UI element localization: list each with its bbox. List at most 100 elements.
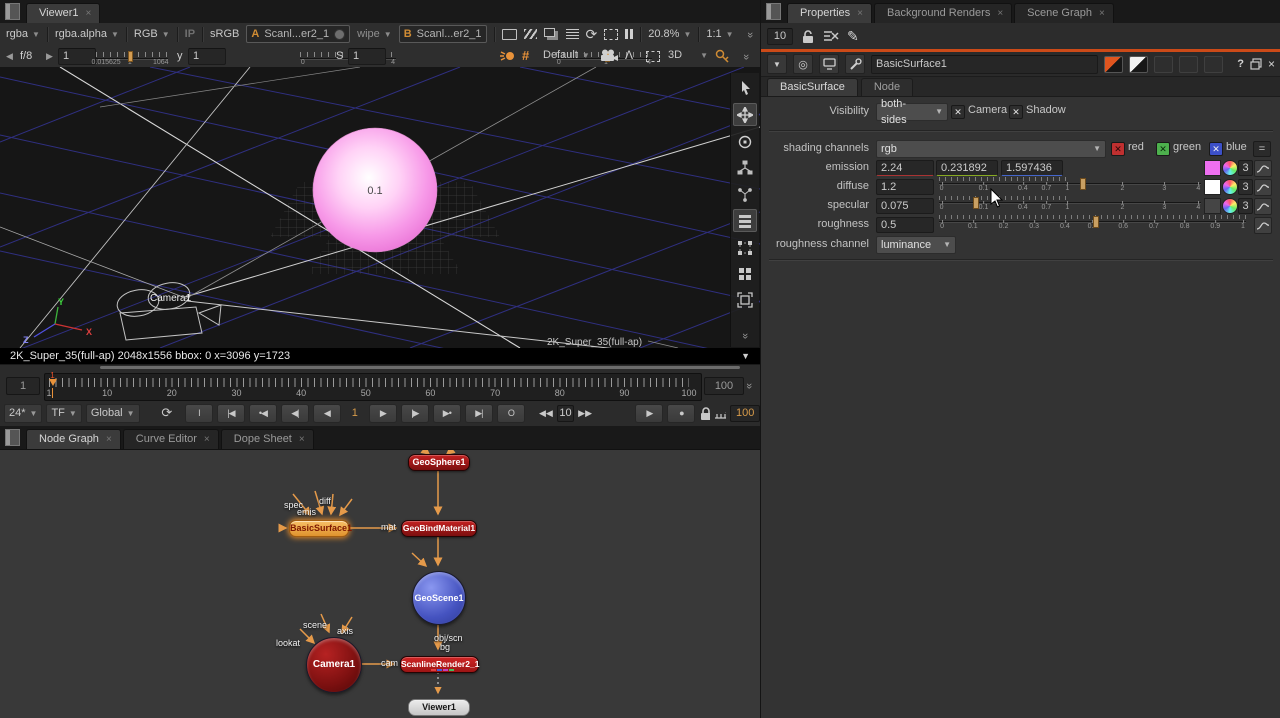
set-in-button[interactable]: I <box>185 404 213 423</box>
node-geosphere1[interactable]: GeoSphere1 <box>408 454 470 471</box>
close-icon[interactable]: × <box>857 9 863 19</box>
input-b-box[interactable]: B Scanl...er2_1 <box>399 25 487 43</box>
diffuse-color-swatch[interactable] <box>1204 179 1221 195</box>
green-channel-checkbox[interactable]: ✕ <box>1156 142 1170 156</box>
hierarchy-icon[interactable] <box>734 157 756 178</box>
diffuse-curve-button[interactable] <box>1254 179 1272 196</box>
toolstrip-collapse-icon[interactable]: » <box>739 333 751 337</box>
checker-icon[interactable] <box>524 29 537 39</box>
channels-select[interactable]: rgba▼ <box>6 28 40 40</box>
tab-node-graph[interactable]: Node Graph× <box>26 429 121 449</box>
view-mode-select[interactable]: 3D▼ <box>668 49 708 61</box>
close-icon[interactable]: × <box>997 9 1003 19</box>
pane-layout-icon[interactable] <box>5 429 20 446</box>
tab-viewer1[interactable]: Viewer1 × <box>26 3 100 23</box>
current-frame[interactable]: 1 <box>345 407 365 419</box>
clear-panels-icon[interactable] <box>823 29 839 43</box>
wireframe-grid-icon[interactable]: # <box>522 48 529 63</box>
transform-handles-icon[interactable] <box>734 237 756 258</box>
display-window-icon[interactable] <box>502 29 517 40</box>
monitor-icon[interactable] <box>819 54 839 74</box>
gain-slider-handle[interactable] <box>128 51 133 62</box>
emission-count-button[interactable]: 3 <box>1238 160 1253 176</box>
max-panels-field[interactable]: 10 <box>767 28 793 45</box>
loop-mode-icon[interactable]: ⟳ <box>161 405 172 421</box>
node-color-swatch[interactable] <box>1104 56 1123 73</box>
collapse-panel-icon[interactable]: ▼ <box>767 54 787 74</box>
saturation-field[interactable]: 1 <box>348 48 386 65</box>
close-panel-icon[interactable]: × <box>1268 57 1275 71</box>
step-back-button[interactable]: ◀| <box>281 404 309 423</box>
diffuse-colorwheel-icon[interactable] <box>1222 179 1238 195</box>
marquee-icon[interactable] <box>646 51 660 62</box>
play-reverse-button[interactable]: ◀ <box>313 404 341 423</box>
render-camera-icon[interactable] <box>600 49 618 62</box>
zoom-select[interactable]: 20.8%▼ <box>648 28 691 40</box>
frame-step-field[interactable]: 10 <box>557 405 574 422</box>
panel-color-swatch[interactable] <box>1129 56 1148 73</box>
play-button[interactable]: ▶ <box>369 404 397 423</box>
curve-tool-icon[interactable]: Λ <box>625 48 633 62</box>
lock-range-icon[interactable] <box>699 406 710 421</box>
red-channel-checkbox[interactable]: ✕ <box>1111 142 1125 156</box>
node-geoscene1[interactable]: GeoScene1 <box>412 571 466 625</box>
occlusion-key-icon[interactable] <box>714 49 730 63</box>
playback-end-field[interactable]: 100 <box>730 405 760 422</box>
display-mode-select[interactable]: RGB▼ <box>134 28 170 40</box>
diffuse-slider[interactable]: 0 0.1 0.4 0.7 1 2 3 4 <box>939 177 1201 194</box>
tab-basicsurface[interactable]: BasicSurface <box>767 78 858 96</box>
gain-slider[interactable]: 0.015625 1 1064 <box>96 51 168 67</box>
goto-start-button[interactable]: |◀ <box>217 404 245 423</box>
tab-properties[interactable]: Properties× <box>787 3 872 23</box>
node-camera1[interactable]: Camera1 <box>306 637 362 693</box>
scanlines-icon[interactable] <box>566 29 579 39</box>
layers-icon[interactable] <box>544 28 555 37</box>
help-button[interactable]: ? <box>1237 58 1244 70</box>
next-keyframe-button[interactable]: ▶• <box>433 404 461 423</box>
close-icon[interactable]: × <box>106 435 112 445</box>
emission-g-field[interactable]: 0.231892 <box>936 160 998 176</box>
frame-range-icon[interactable] <box>714 406 726 420</box>
node-viewer1[interactable]: Viewer1 <box>408 699 470 716</box>
blue-channel-checkbox[interactable]: ✕ <box>1209 142 1223 156</box>
specular-slider-handle[interactable] <box>973 197 979 209</box>
refresh-icon[interactable]: ⟳ <box>586 26 598 43</box>
goto-end-button[interactable]: ▶| <box>465 404 493 423</box>
close-icon[interactable]: × <box>299 435 305 445</box>
fstop-label[interactable]: f/8 <box>20 50 32 62</box>
timeline-collapse-icon[interactable]: » <box>743 383 755 387</box>
emission-b-field[interactable]: 1.597436 <box>1001 160 1063 176</box>
range-end-field[interactable]: 100 <box>704 377 744 395</box>
prev-keyframe-button[interactable]: •◀ <box>249 404 277 423</box>
gain-lamp-icon[interactable] <box>500 49 516 63</box>
colorspace-select[interactable]: sRGB <box>210 28 239 40</box>
pause-icon[interactable] <box>625 29 633 39</box>
range-start-field[interactable]: 1 <box>6 377 40 395</box>
shading-channels-select[interactable]: rgb▼ <box>876 140 1106 158</box>
timeline-scrollbar[interactable] <box>100 366 740 369</box>
tab-curve-editor[interactable]: Curve Editor× <box>123 429 219 449</box>
gain-field[interactable]: 1 <box>58 48 96 65</box>
diffuse-count-button[interactable]: 3 <box>1238 179 1253 195</box>
rotate-icon[interactable] <box>734 131 756 152</box>
alpha-channels-select[interactable]: rgba.alpha▼ <box>55 28 119 40</box>
float-panel-icon[interactable] <box>1250 58 1262 70</box>
close-icon[interactable]: × <box>86 9 92 19</box>
viewer-viewport[interactable]: 0.1 Camera1 Y X Z 2K_Super_35(full-ap) <box>0 67 760 348</box>
roughness-slider[interactable]: 0 0.1 0.2 0.3 0.4 0.5 0.6 0.7 0.8 0.9 1 <box>939 215 1246 232</box>
node-basicsurface1[interactable]: BasicSurface1 <box>289 520 349 537</box>
timeline-ruler[interactable]: 1 10 20 30 40 50 60 70 80 90 100 1 <box>44 373 702 401</box>
node-geobindmaterial1[interactable]: GeoBindMaterial1 <box>401 520 477 537</box>
pane-layout-icon[interactable] <box>766 3 781 20</box>
ip-button[interactable]: IP <box>185 28 195 40</box>
edit-pencil-icon[interactable]: ✎ <box>847 28 859 45</box>
nodegraph-canvas[interactable]: GeoSphere1 BasicSurface1 GeoBindMaterial… <box>0 450 760 718</box>
specular-curve-button[interactable] <box>1254 198 1272 215</box>
prev-fstop-icon[interactable]: ◀ <box>6 51 13 62</box>
translate-icon[interactable] <box>733 103 757 126</box>
diffuse-field[interactable]: 1.2 <box>876 179 934 195</box>
step-forward-button[interactable]: |▶ <box>401 404 429 423</box>
shadow-checkbox[interactable]: ✕ <box>1009 105 1023 119</box>
scatter-icon[interactable] <box>734 183 756 204</box>
collapse-toolbar-icon[interactable]: » <box>744 32 756 36</box>
